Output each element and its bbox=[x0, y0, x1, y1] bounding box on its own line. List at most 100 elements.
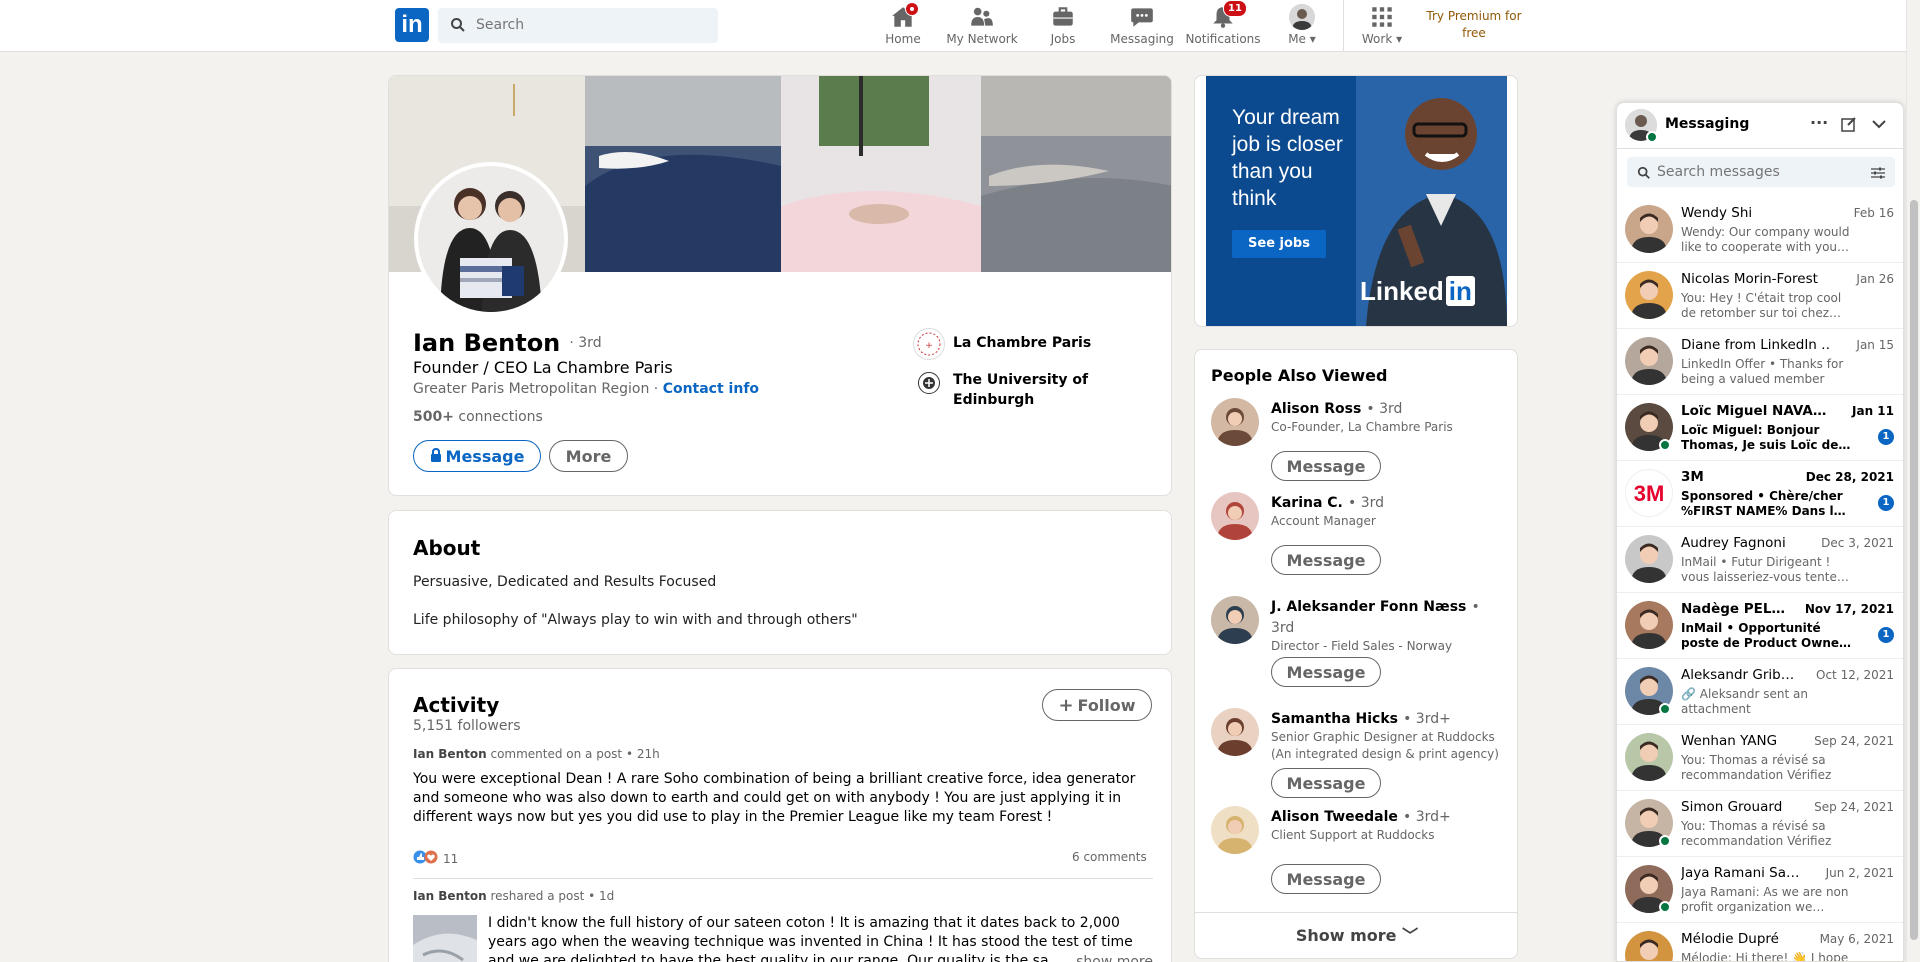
conversation-date: Dec 3, 2021 bbox=[1821, 536, 1894, 550]
try-premium-link[interactable]: Try Premium for free bbox=[1420, 8, 1528, 42]
post-action: reshared a post • 1d bbox=[490, 889, 615, 903]
conversation-item[interactable]: Nicolas Morin-Forest Jan 26 You: Hey ! C'é… bbox=[1617, 263, 1903, 329]
conversation-name: Aleksandr Grib… bbox=[1681, 667, 1795, 683]
conversation-preview: You: Hey ! C'était trop cool de retomber… bbox=[1681, 291, 1842, 320]
conversation-avatar bbox=[1625, 337, 1673, 385]
location-separator: · bbox=[653, 381, 659, 397]
conversation-item[interactable]: Jaya Ramani Sa… Jun 2, 2021 Jaya Ramani: A… bbox=[1617, 857, 1903, 923]
person-avatar[interactable] bbox=[1211, 806, 1259, 854]
person-avatar[interactable] bbox=[1211, 492, 1259, 540]
person-name[interactable]: Samantha Hicks bbox=[1271, 711, 1398, 727]
comments-count[interactable]: 6 comments bbox=[1072, 850, 1147, 864]
person-message-button[interactable]: Message bbox=[1271, 657, 1381, 687]
conversation-date: Nov 17, 2021 bbox=[1804, 602, 1894, 616]
nav-jobs[interactable]: Jobs bbox=[1022, 4, 1104, 50]
conversation-name: Mélodie Dupré bbox=[1681, 931, 1779, 947]
nav-messaging[interactable]: Messaging bbox=[1101, 4, 1183, 50]
conversation-item[interactable]: Mélodie Dupré May 6, 2021 Mélodie: Hi ther… bbox=[1617, 923, 1903, 962]
messages-search-input[interactable] bbox=[1657, 162, 1857, 182]
person-name[interactable]: J. Aleksander Fonn Næss bbox=[1271, 599, 1466, 615]
conversation-name: Diane from LinkedIn … bbox=[1681, 337, 1829, 353]
post-author[interactable]: Ian Benton bbox=[413, 889, 487, 903]
scrollbar-thumb[interactable] bbox=[1910, 200, 1918, 940]
ad-banner[interactable]: Your dream job is closer than you think … bbox=[1206, 76, 1507, 326]
chevron-down-icon: ﹀ bbox=[1402, 926, 1419, 945]
see-jobs-button[interactable]: See jobs bbox=[1232, 230, 1326, 258]
messages-search-box[interactable] bbox=[1627, 157, 1895, 187]
person-degree: • 3rd bbox=[1347, 495, 1384, 511]
person-avatar[interactable] bbox=[1211, 398, 1259, 446]
activity-card: Activity 5,151 followers + Follow Ian Be… bbox=[388, 668, 1172, 962]
collapse-chevron-icon[interactable] bbox=[1871, 116, 1887, 136]
person-name[interactable]: Karina C. bbox=[1271, 495, 1343, 511]
show-more-button[interactable]: Show more ﹀ bbox=[1195, 913, 1517, 958]
nav-home[interactable]: Home bbox=[862, 2, 944, 50]
person-name[interactable]: Alison Ross bbox=[1271, 401, 1361, 417]
nav-my-network-label: My Network bbox=[946, 32, 1018, 46]
person-message-button[interactable]: Message bbox=[1271, 864, 1381, 894]
post-author[interactable]: Ian Benton bbox=[413, 747, 487, 761]
person-message-button[interactable]: Message bbox=[1271, 768, 1381, 798]
company-link[interactable]: + La Chambre Paris bbox=[913, 328, 1153, 360]
school-name: The University of Edinburgh bbox=[953, 372, 1089, 408]
page-scrollbar[interactable] bbox=[1906, 0, 1920, 962]
notifications-badge: 11 bbox=[1223, 0, 1247, 17]
conversation-item[interactable]: Audrey Fagnoni Dec 3, 2021 InMail • Futur … bbox=[1617, 527, 1903, 593]
more-button[interactable]: More bbox=[549, 440, 628, 472]
follow-button[interactable]: + Follow bbox=[1042, 689, 1152, 721]
conversation-name: Nicolas Morin-Forest bbox=[1681, 271, 1818, 287]
person-avatar[interactable] bbox=[1211, 708, 1259, 756]
conversation-preview: Mélodie: Hi there! 👋 I hope bbox=[1681, 951, 1849, 962]
search-input[interactable] bbox=[476, 14, 706, 36]
person-degree: • 3rd+ bbox=[1403, 711, 1451, 727]
nav-me[interactable]: Me ▾ bbox=[1262, 4, 1342, 50]
nav-work-label: Work bbox=[1361, 32, 1393, 46]
school-link[interactable]: The University of Edinburgh bbox=[913, 370, 1153, 412]
post-thumbnail[interactable] bbox=[413, 915, 477, 962]
unread-count-badge: 1 bbox=[1878, 627, 1894, 643]
contact-info-link[interactable]: Contact info bbox=[663, 381, 759, 397]
search-box[interactable] bbox=[438, 8, 718, 43]
person-avatar[interactable] bbox=[1211, 596, 1259, 644]
company-logo-icon: + bbox=[913, 328, 945, 360]
conversation-item[interactable]: Wendy Shi Feb 16 Wendy: Our company would … bbox=[1617, 197, 1903, 263]
conversation-item[interactable]: Loïc Miguel NAVA… Jan 11 Loïc Miguel: Bonj… bbox=[1617, 395, 1903, 461]
linkedin-logo[interactable]: in bbox=[395, 8, 429, 42]
people-also-viewed-card: People Also Viewed Alison Ross • 3rd Co-F… bbox=[1194, 349, 1518, 959]
conversation-item[interactable]: Nadège PEL… Nov 17, 2021 InMail • Opportun… bbox=[1617, 593, 1903, 659]
conversation-item[interactable]: Simon Grouard Sep 24, 2021 You: Thomas a r… bbox=[1617, 791, 1903, 857]
nav-home-label: Home bbox=[885, 32, 921, 46]
person-message-button[interactable]: Message bbox=[1271, 451, 1381, 481]
messaging-header[interactable]: Messaging ··· bbox=[1617, 103, 1903, 149]
reaction-count[interactable]: 11 bbox=[443, 852, 458, 866]
ad-card[interactable]: Your dream job is closer than you think … bbox=[1194, 75, 1518, 327]
plus-icon: + bbox=[1058, 694, 1074, 716]
person-message-button[interactable]: Message bbox=[1271, 545, 1381, 575]
ad-headline: Your dream job is closer than you think bbox=[1232, 106, 1343, 210]
profile-photo[interactable] bbox=[414, 162, 568, 316]
message-button[interactable]: Message bbox=[413, 440, 541, 472]
conversation-item[interactable]: Aleksandr Grib… Oct 12, 2021 🔗 Aleksandr s… bbox=[1617, 659, 1903, 725]
more-options-icon[interactable]: ··· bbox=[1810, 113, 1828, 132]
person-name[interactable]: Alison Tweedale bbox=[1271, 809, 1398, 825]
post-text[interactable]: I didn't know the full history of our sa… bbox=[488, 915, 1133, 962]
search-icon bbox=[450, 17, 466, 33]
about-card: About Persuasive, Dedicated and Results … bbox=[388, 510, 1172, 655]
show-more-link[interactable]: …show more bbox=[1056, 953, 1153, 962]
conversation-date: Jan 26 bbox=[1856, 272, 1894, 286]
conversation-date: Jan 15 bbox=[1856, 338, 1894, 352]
nav-my-network[interactable]: My Network bbox=[942, 4, 1022, 50]
conversation-item[interactable]: Wenhan YANG Sep 24, 2021 You: Thomas a rév… bbox=[1617, 725, 1903, 791]
nav-notifications[interactable]: 11 Notifications bbox=[1180, 0, 1266, 50]
filter-icon[interactable] bbox=[1871, 165, 1885, 184]
conversation-item[interactable]: 3M 3M Dec 28, 2021 Sponsored • Chère/cher %… bbox=[1617, 461, 1903, 527]
post-text[interactable]: You were exceptional Dean ! A rare Soho … bbox=[413, 770, 1153, 827]
grid-icon bbox=[1369, 4, 1395, 30]
conversation-name: Audrey Fagnoni bbox=[1681, 535, 1786, 551]
nav-work[interactable]: Work ▾ bbox=[1342, 4, 1422, 50]
conversation-name: Loïc Miguel NAVA… bbox=[1681, 403, 1827, 419]
conversation-item[interactable]: Diane from LinkedIn … Jan 15 LinkedIn Offe… bbox=[1617, 329, 1903, 395]
compose-icon[interactable] bbox=[1841, 116, 1857, 136]
about-line-2: Life philosophy of "Always play to win w… bbox=[413, 612, 858, 628]
conversation-avatar bbox=[1625, 535, 1673, 583]
